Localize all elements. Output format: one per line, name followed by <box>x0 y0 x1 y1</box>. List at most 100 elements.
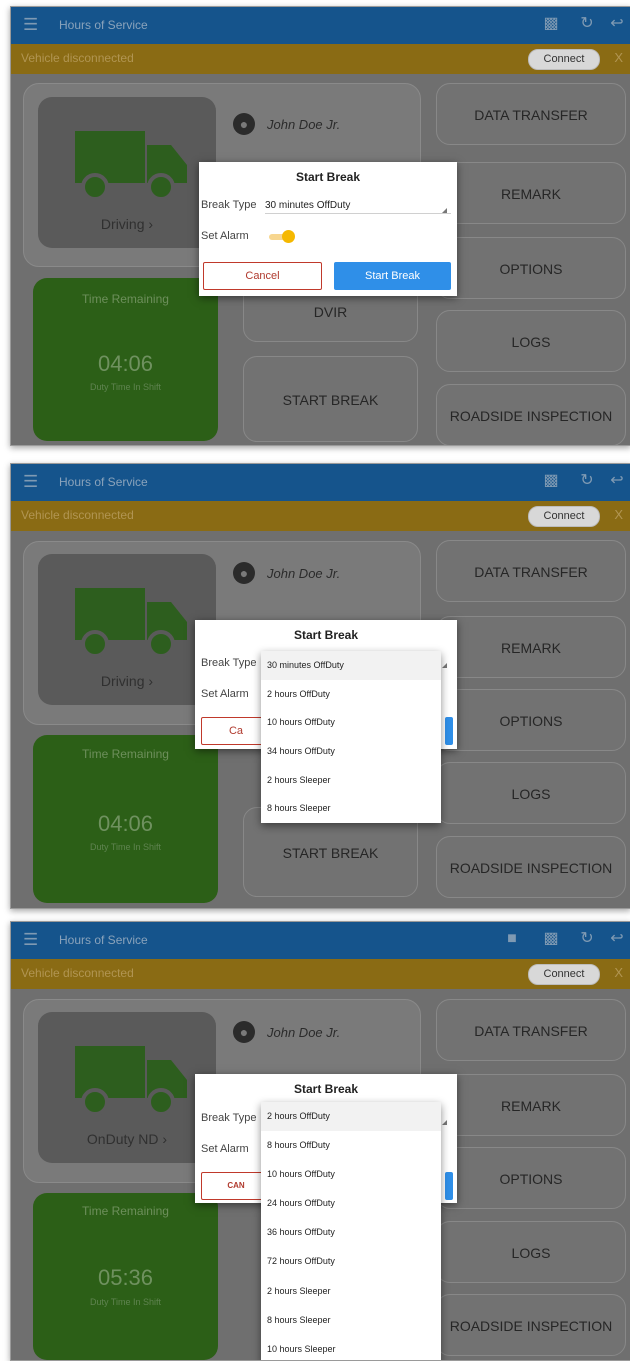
roadside-inspection-button[interactable]: ROADSIDE INSPECTION <box>436 836 626 898</box>
truck-icon <box>75 588 187 658</box>
time-remaining-value: 04:06 <box>97 811 154 836</box>
driver-avatar-icon: ● <box>233 562 255 584</box>
dropdown-option[interactable]: 10 hours OffDuty <box>261 1160 441 1189</box>
data-transfer-button[interactable]: DATA TRANSFER <box>436 83 626 145</box>
dropdown-option[interactable]: 10 hours Sleeper <box>261 1335 441 1360</box>
remark-button[interactable]: REMARK <box>436 616 626 678</box>
time-remaining-label: Time Remaining <box>82 1204 169 1218</box>
refresh-icon[interactable]: ↻ <box>577 14 597 34</box>
dropdown-option[interactable]: 2 hours OffDuty <box>261 680 441 709</box>
close-banner-button[interactable]: X <box>614 50 623 65</box>
hamburger-menu-icon[interactable]: ☰ <box>23 15 38 35</box>
toggle-knob <box>282 230 295 243</box>
dropdown-option[interactable]: 30 minutes OffDuty <box>261 651 441 680</box>
options-button[interactable]: OPTIONS <box>436 689 626 751</box>
dialog-title: Start Break <box>293 1082 359 1096</box>
start-break-confirm-button[interactable] <box>445 717 453 745</box>
app-bar: ☰ Hours of Service ■ ▩ ↻ ↩ <box>11 922 630 959</box>
dropdown-option[interactable]: 2 hours Sleeper <box>261 1277 441 1306</box>
break-type-dropdown-list: 30 minutes OffDuty 2 hours OffDuty 10 ho… <box>261 651 441 823</box>
truck-icon <box>75 1046 187 1116</box>
logs-button[interactable]: LOGS <box>436 310 626 372</box>
hamburger-menu-icon[interactable]: ☰ <box>23 472 38 492</box>
dropdown-option[interactable]: 8 hours Sleeper <box>261 1306 441 1335</box>
break-type-label: Break Type <box>201 199 257 211</box>
refresh-icon[interactable]: ↻ <box>577 471 597 491</box>
duty-status-box[interactable]: OnDuty ND › <box>38 1012 216 1163</box>
close-banner-button[interactable]: X <box>614 507 623 522</box>
duty-status-box[interactable]: Driving › <box>38 554 216 705</box>
eld-device-icon[interactable]: ▩ <box>541 14 561 34</box>
driver-avatar-icon: ● <box>233 113 255 135</box>
eld-device-icon[interactable]: ▩ <box>541 471 561 491</box>
dropdown-option[interactable]: 2 hours Sleeper <box>261 766 441 795</box>
dropdown-option[interactable]: 8 hours OffDuty <box>261 1131 441 1160</box>
logs-button[interactable]: LOGS <box>436 762 626 824</box>
app-title: Hours of Service <box>59 18 148 32</box>
connect-button[interactable]: Connect <box>528 49 600 70</box>
duty-status-label: Driving › <box>100 673 154 689</box>
dropdown-arrow-icon <box>442 208 447 213</box>
refresh-icon[interactable]: ↻ <box>577 929 597 949</box>
dialog-title: Start Break <box>293 628 359 642</box>
break-type-dropdown-list: 2 hours OffDuty 8 hours OffDuty 10 hours… <box>261 1102 441 1360</box>
options-button[interactable]: OPTIONS <box>436 1147 626 1209</box>
set-alarm-label: Set Alarm <box>201 230 249 242</box>
time-remaining-panel: Time Remaining 05:36 Duty Time In Shift <box>33 1193 218 1360</box>
remark-button[interactable]: REMARK <box>436 1074 626 1136</box>
time-remaining-label: Time Remaining <box>82 747 169 761</box>
banner-message: Vehicle disconnected <box>21 51 134 65</box>
logs-button[interactable]: LOGS <box>436 1221 626 1283</box>
remark-button[interactable]: REMARK <box>436 162 626 224</box>
duty-status-box[interactable]: Driving › <box>38 97 216 248</box>
start-break-dialog: Start Break Break Type 30 minutes OffDut… <box>199 162 457 296</box>
screenshot-1: ☰ Hours of Service ▩ ↻ ↩ Vehicle disconn… <box>10 6 630 446</box>
dropdown-option[interactable]: 24 hours OffDuty <box>261 1189 441 1218</box>
banner-message: Vehicle disconnected <box>21 508 134 522</box>
driver-avatar-icon: ● <box>233 1021 255 1043</box>
roadside-inspection-button[interactable]: ROADSIDE INSPECTION <box>436 1294 626 1356</box>
dropdown-option[interactable]: 34 hours OffDuty <box>261 737 441 766</box>
dropdown-option[interactable]: 8 hours Sleeper <box>261 794 441 823</box>
break-type-select[interactable]: 30 minutes OffDuty <box>265 200 451 214</box>
duty-time-label: Duty Time In Shift <box>89 842 162 852</box>
time-remaining-value: 05:36 <box>97 1265 154 1290</box>
app-title: Hours of Service <box>59 933 148 947</box>
logout-icon[interactable]: ↩ <box>607 929 627 949</box>
close-banner-button[interactable]: X <box>614 965 623 980</box>
connection-banner: Vehicle disconnected Connect X <box>11 44 630 74</box>
duty-status-label: OnDuty ND › <box>86 1131 168 1147</box>
dropdown-option[interactable]: 2 hours OffDuty <box>261 1102 441 1132</box>
data-transfer-button[interactable]: DATA TRANSFER <box>436 540 626 602</box>
duty-status-label: Driving › <box>100 216 154 232</box>
time-remaining-label: Time Remaining <box>82 292 169 306</box>
start-break-confirm-button[interactable] <box>445 1172 453 1200</box>
connect-button[interactable]: Connect <box>528 506 600 527</box>
duty-time-label: Duty Time In Shift <box>89 1297 162 1307</box>
alarm-toggle[interactable] <box>269 230 295 243</box>
message-icon[interactable]: ■ <box>502 929 522 949</box>
options-button[interactable]: OPTIONS <box>436 237 626 299</box>
roadside-inspection-button[interactable]: ROADSIDE INSPECTION <box>436 384 626 445</box>
start-break-confirm-button[interactable]: Start Break <box>334 262 451 290</box>
start-break-button[interactable]: START BREAK <box>243 356 418 442</box>
driver-name: John Doe Jr. <box>267 117 341 132</box>
time-remaining-panel: Time Remaining 04:06 Duty Time In Shift <box>33 735 218 903</box>
logout-icon[interactable]: ↩ <box>607 14 627 34</box>
dropdown-option[interactable]: 10 hours OffDuty <box>261 708 441 737</box>
dropdown-option[interactable]: 72 hours OffDuty <box>261 1247 441 1276</box>
driver-name: John Doe Jr. <box>267 566 341 581</box>
hamburger-menu-icon[interactable]: ☰ <box>23 930 38 950</box>
logout-icon[interactable]: ↩ <box>607 471 627 491</box>
connection-banner: Vehicle disconnected Connect X <box>11 501 630 531</box>
app-title: Hours of Service <box>59 475 148 489</box>
eld-device-icon[interactable]: ▩ <box>541 929 561 949</box>
connection-banner: Vehicle disconnected Connect X <box>11 959 630 989</box>
dropdown-option[interactable]: 36 hours OffDuty <box>261 1218 441 1247</box>
cancel-button[interactable]: Cancel <box>203 262 322 290</box>
screenshot-2: ☰ Hours of Service ▩ ↻ ↩ Vehicle disconn… <box>10 463 630 909</box>
app-bar: ☰ Hours of Service ▩ ↻ ↩ <box>11 464 630 501</box>
data-transfer-button[interactable]: DATA TRANSFER <box>436 999 626 1061</box>
connect-button[interactable]: Connect <box>528 964 600 985</box>
time-remaining-value: 04:06 <box>97 351 154 376</box>
